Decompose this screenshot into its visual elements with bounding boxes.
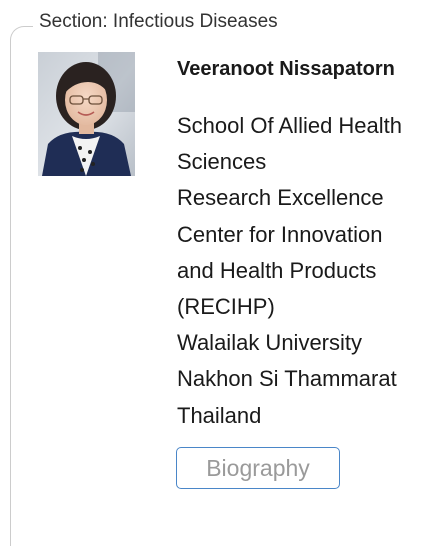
editor-affiliation: School Of Allied Health Sciences Researc… <box>177 108 432 434</box>
affiliation-line: Research Excellence <box>177 185 384 211</box>
affiliation-line: School Of Allied Health <box>177 113 403 138</box>
affiliation-line: Center for Innovation <box>177 221 383 247</box>
section-label: Section: Infectious Diseases <box>39 11 278 32</box>
affiliation-line: Nakhon Si Thammarat <box>177 366 397 392</box>
affiliation-line: (RECIHP) <box>177 294 275 320</box>
affiliation-line: Sciences <box>177 149 267 175</box>
editor-photo <box>38 52 135 176</box>
biography-button[interactable]: Biography <box>176 447 340 489</box>
editor-name: Veeranoot Nissapatorn <box>177 58 395 80</box>
affiliation-line: and Health Products <box>177 257 377 283</box>
portrait-photo-icon <box>38 52 135 176</box>
affiliation-line: Thailand <box>177 402 262 428</box>
section-frame <box>10 26 33 546</box>
affiliation-line: Walailak University <box>177 330 363 356</box>
